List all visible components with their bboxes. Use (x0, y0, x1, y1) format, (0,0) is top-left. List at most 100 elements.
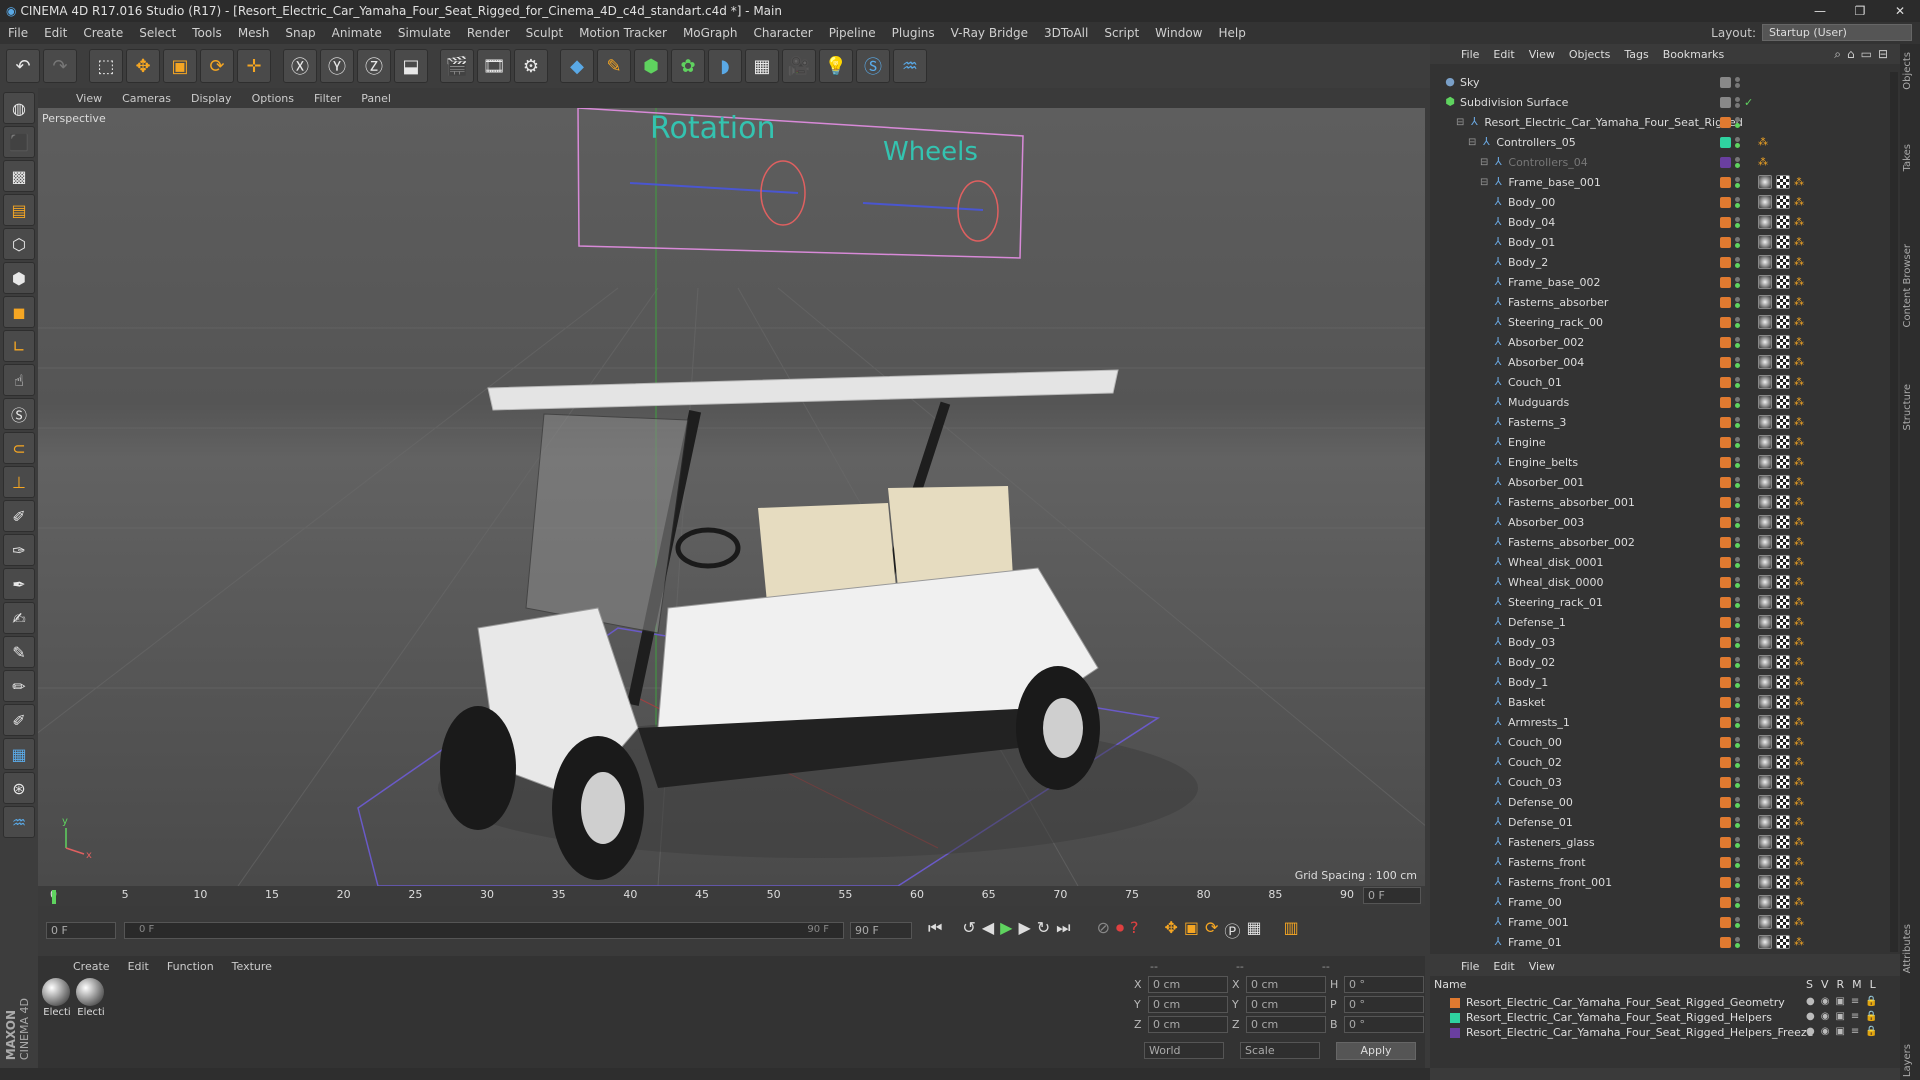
x-axis-lock-button[interactable]: Ⓧ (283, 49, 317, 83)
material-tag-icon[interactable] (1758, 235, 1772, 249)
layer-color-swatch[interactable] (1720, 156, 1731, 168)
material-menu-texture[interactable]: Texture (223, 960, 281, 973)
object-row[interactable]: ⅄ Mudguards ⁂ (1430, 392, 1890, 412)
expand-icon[interactable]: ⊟ (1456, 117, 1464, 128)
workplane-mode-icon[interactable]: ▤ (3, 194, 35, 226)
object-row[interactable]: ⅄ Engine ⁂ (1430, 432, 1890, 452)
visibility-dots[interactable] (1735, 856, 1740, 868)
workplane-icon[interactable]: ⊥ (3, 466, 35, 498)
editor-visibility-dot[interactable] (1735, 676, 1740, 682)
checker-tag-icon[interactable] (1776, 475, 1790, 489)
texture-mode-icon[interactable]: ▩ (3, 160, 35, 192)
start-frame-field[interactable]: 0 F (46, 922, 116, 939)
coordinate-mode-select[interactable]: World (1144, 1042, 1224, 1059)
menu-item-mesh[interactable]: Mesh (230, 26, 278, 40)
visibility-dots[interactable] (1735, 176, 1740, 188)
playhead[interactable] (52, 890, 56, 904)
selection-tag-icon[interactable]: ⁂ (1794, 777, 1804, 788)
menu-item-motion-tracker[interactable]: Motion Tracker (571, 26, 675, 40)
render-view-button[interactable]: 🎬 (440, 49, 474, 83)
editor-visibility-dot[interactable] (1735, 876, 1740, 882)
y-axis-lock-button[interactable]: Ⓨ (320, 49, 354, 83)
selection-tag-icon[interactable]: ⁂ (1794, 577, 1804, 588)
material-tag-icon[interactable] (1758, 335, 1772, 349)
layer-color-swatch[interactable] (1720, 396, 1731, 408)
material-menu-create[interactable]: Create (64, 960, 119, 973)
layer-color-swatch[interactable] (1720, 656, 1731, 668)
brush-7-icon[interactable]: ✐ (3, 704, 35, 736)
material-tag-icon[interactable] (1758, 735, 1772, 749)
object-menu-bookmarks[interactable]: Bookmarks (1656, 48, 1731, 61)
render-visibility-dot[interactable] (1735, 782, 1740, 788)
menu-item-pipeline[interactable]: Pipeline (821, 26, 884, 40)
viewport-menu-cameras[interactable]: Cameras (112, 92, 181, 105)
side-tab-takes[interactable]: Takes (1902, 144, 1918, 171)
visibility-dots[interactable] (1735, 776, 1740, 788)
render-visibility-dot[interactable] (1735, 302, 1740, 308)
visibility-dots[interactable] (1735, 396, 1740, 408)
object-row[interactable]: ⅄ Steering_rack_01 ⁂ (1430, 592, 1890, 612)
selection-tag-icon[interactable]: ⁂ (1794, 237, 1804, 248)
menu-item-animate[interactable]: Animate (324, 26, 390, 40)
layer-color-swatch[interactable] (1720, 496, 1731, 508)
editor-visibility-dot[interactable] (1735, 196, 1740, 202)
object-row[interactable]: ⅄ Fasterns_front ⁂ (1430, 852, 1890, 872)
material-tag-icon[interactable] (1758, 815, 1772, 829)
object-row[interactable]: ⅄ Engine_belts ⁂ (1430, 452, 1890, 472)
key-scale-icon[interactable]: ▣ (1184, 918, 1199, 942)
material-tag-icon[interactable] (1758, 715, 1772, 729)
grid-icon[interactable]: ▦ (3, 738, 35, 770)
layer-color-swatch[interactable] (1720, 476, 1731, 488)
selection-tag-icon[interactable]: ⁂ (1794, 617, 1804, 628)
menu-item-help[interactable]: Help (1210, 26, 1253, 40)
menu-item-mograph[interactable]: MoGraph (675, 26, 746, 40)
checker-tag-icon[interactable] (1776, 695, 1790, 709)
lock-toggle-icon[interactable]: 🔒 (1865, 996, 1877, 1007)
home-icon[interactable]: ⌂ (1847, 47, 1855, 62)
material-tag-icon[interactable] (1758, 935, 1772, 949)
menu-item-window[interactable]: Window (1147, 26, 1210, 40)
selection-tag-icon[interactable]: ⁂ (1794, 537, 1804, 548)
material-tag-icon[interactable] (1758, 755, 1772, 769)
selection-tag-icon[interactable]: ⁂ (1794, 677, 1804, 688)
render-visibility-dot[interactable] (1735, 342, 1740, 348)
object-row[interactable]: ⅄ Body_02 ⁂ (1430, 652, 1890, 672)
visibility-dots[interactable] (1735, 436, 1740, 448)
checker-tag-icon[interactable] (1776, 555, 1790, 569)
layer-color-swatch[interactable] (1720, 876, 1731, 888)
render-visibility-dot[interactable] (1735, 202, 1740, 208)
layer-color-swatch[interactable] (1450, 997, 1460, 1008)
object-row[interactable]: ⅄ Absorber_003 ⁂ (1430, 512, 1890, 532)
visibility-dots[interactable] (1735, 756, 1740, 768)
edit-render-settings-button[interactable]: ⚙ (514, 49, 548, 83)
next-frame-icon[interactable]: ▶ (1018, 918, 1030, 942)
layer-color-swatch[interactable] (1720, 236, 1731, 248)
selection-tag-icon[interactable]: ⁂ (1794, 197, 1804, 208)
checker-tag-icon[interactable] (1776, 755, 1790, 769)
checker-tag-icon[interactable] (1776, 275, 1790, 289)
editor-visibility-dot[interactable] (1735, 96, 1740, 102)
object-tree-scrollbar[interactable] (1890, 72, 1898, 952)
object-menu-edit[interactable]: Edit (1486, 48, 1521, 61)
editor-visibility-dot[interactable] (1735, 616, 1740, 622)
layer-color-swatch[interactable] (1720, 516, 1731, 528)
editor-visibility-dot[interactable] (1735, 856, 1740, 862)
selection-tag-icon[interactable]: ⁂ (1758, 137, 1768, 148)
solo-toggle-icon[interactable]: ● (1806, 1026, 1815, 1037)
checker-tag-icon[interactable] (1776, 915, 1790, 929)
editor-visibility-dot[interactable] (1735, 836, 1740, 842)
record-motion-icon[interactable]: ⊘ (1097, 918, 1110, 942)
live-selection-button[interactable]: ⬚ (89, 49, 123, 83)
checker-tag-icon[interactable] (1776, 295, 1790, 309)
position-z-field[interactable]: 0 cm (1148, 1016, 1228, 1033)
viewport-menu-panel[interactable]: Panel (351, 92, 401, 105)
visibility-dots[interactable] (1735, 576, 1740, 588)
object-row[interactable]: ⅄ Couch_02 ⁂ (1430, 752, 1890, 772)
checker-tag-icon[interactable] (1776, 595, 1790, 609)
editor-visibility-dot[interactable] (1735, 416, 1740, 422)
checker-tag-icon[interactable] (1776, 655, 1790, 669)
material-tag-icon[interactable] (1758, 895, 1772, 909)
layer-row[interactable]: Resort_Electric_Car_Yamaha_Four_Seat_Rig… (1450, 1011, 1772, 1024)
selection-tag-icon[interactable]: ⁂ (1794, 937, 1804, 948)
render-visibility-dot[interactable] (1735, 142, 1740, 148)
